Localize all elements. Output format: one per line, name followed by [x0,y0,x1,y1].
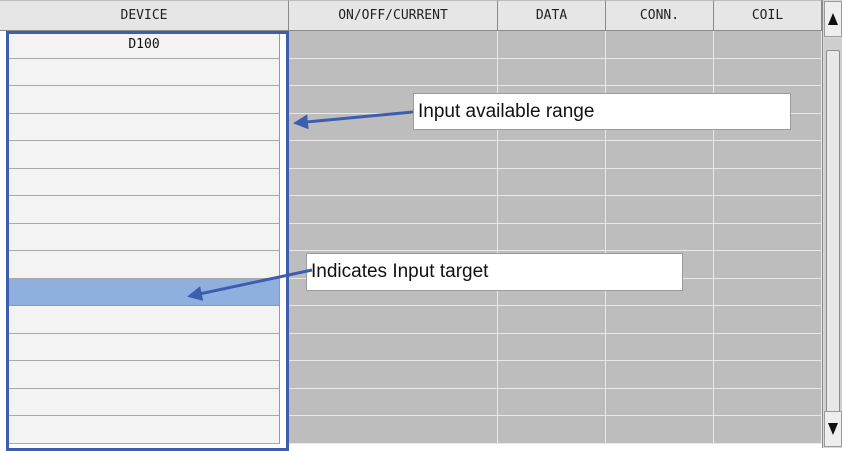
coil-cell[interactable] [714,306,822,334]
device-cell[interactable] [9,169,280,196]
device-cell[interactable] [9,224,280,251]
header-coil: COIL [714,0,822,31]
device-cell[interactable] [9,59,280,86]
callout-input-available-range: Input available range [413,93,791,130]
conn-cell[interactable] [606,141,714,169]
header-data: DATA [498,0,606,31]
data-cell[interactable] [498,196,606,224]
data-cell[interactable] [498,141,606,169]
data-cell[interactable] [498,59,606,86]
device-cell-value: D100 [128,37,160,52]
header-coil-label: COIL [751,8,784,23]
data-cell[interactable] [498,334,606,361]
conn-cell[interactable] [606,59,714,86]
conn-cell[interactable] [606,31,714,59]
conn-cell[interactable] [606,306,714,334]
header-on-off-current-label: ON/OFF/CURRENT [338,8,448,23]
callout-input-target: Indicates Input target [306,253,683,291]
on_off_current-cell[interactable] [289,306,498,334]
data-cell[interactable] [498,224,606,251]
coil-cell[interactable] [714,141,822,169]
on_off_current-cell[interactable] [289,141,498,169]
header-device-label: DEVICE [120,8,168,23]
conn-cell[interactable] [606,389,714,416]
coil-cell[interactable] [714,59,822,86]
coil-cell[interactable] [714,224,822,251]
header-conn: CONN. [606,0,714,31]
data-cell[interactable] [498,416,606,444]
scroll-up-button[interactable] [824,1,842,37]
device-cell[interactable] [9,86,280,114]
data-cell[interactable] [498,31,606,59]
callout-input-target-text: Indicates Input target [311,261,489,282]
device-cell[interactable] [9,389,280,416]
coil-cell[interactable] [714,31,822,59]
scroll-thumb[interactable] [826,50,840,426]
coil-cell[interactable] [714,251,822,279]
coil-cell[interactable] [714,389,822,416]
on_off_current-cell[interactable] [289,169,498,196]
device-cell[interactable] [9,334,280,361]
coil-cell[interactable] [714,334,822,361]
device-cell-selected[interactable] [9,279,280,306]
header-on-off-current: ON/OFF/CURRENT [289,0,498,31]
coil-cell[interactable] [714,416,822,444]
header-conn-label: CONN. [639,8,680,23]
on_off_current-cell[interactable] [289,334,498,361]
device-cell[interactable] [9,361,280,389]
data-cell[interactable] [498,169,606,196]
device-cell[interactable] [9,141,280,169]
arrow-up-icon [828,13,838,25]
callout-input-available-range-text: Input available range [418,100,595,122]
conn-cell[interactable] [606,361,714,389]
on_off_current-cell[interactable] [289,416,498,444]
arrow-down-icon [828,423,838,435]
device-cell[interactable] [9,251,280,279]
conn-cell[interactable] [606,224,714,251]
coil-cell[interactable] [714,169,822,196]
data-cell[interactable] [498,306,606,334]
data-cell[interactable] [498,389,606,416]
coil-cell[interactable] [714,196,822,224]
conn-cell[interactable] [606,196,714,224]
on_off_current-cell[interactable] [289,196,498,224]
on_off_current-cell[interactable] [289,361,498,389]
on_off_current-cell[interactable] [289,224,498,251]
coil-cell[interactable] [714,361,822,389]
vertical-scrollbar[interactable] [822,0,842,448]
scroll-down-button[interactable] [824,411,842,447]
device-cell[interactable] [9,306,280,334]
conn-cell[interactable] [606,334,714,361]
header-data-label: DATA [535,8,568,23]
device-cell[interactable] [9,196,280,224]
on_off_current-cell[interactable] [289,31,498,59]
header-device: DEVICE [0,0,289,31]
conn-cell[interactable] [606,416,714,444]
coil-cell[interactable] [714,279,822,306]
device-cell[interactable] [9,416,280,444]
on_off_current-cell[interactable] [289,389,498,416]
conn-cell[interactable] [606,169,714,196]
on_off_current-cell[interactable] [289,59,498,86]
device-cell[interactable]: D100 [9,31,280,59]
data-cell[interactable] [498,361,606,389]
device-cell[interactable] [9,114,280,141]
device-monitor-screen: DEVICE ON/OFF/CURRENT DATA CONN. COIL D1… [0,0,842,451]
